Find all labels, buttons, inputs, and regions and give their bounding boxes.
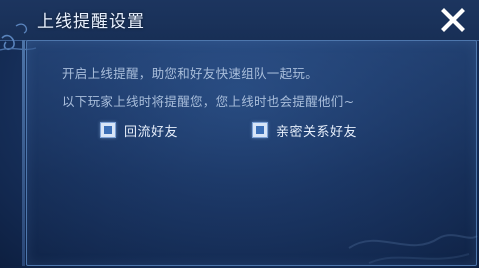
description-line-1: 开启上线提醒，助您和好友快速组队一起玩。 bbox=[62, 66, 319, 81]
dialog-title: 上线提醒设置 bbox=[37, 12, 145, 32]
intimate-friends-label: 亲密关系好友 bbox=[276, 124, 358, 140]
returning-friends-label: 回流好友 bbox=[124, 124, 179, 140]
description-line-2: 以下玩家上线时将提醒您，您上线时也会提醒他们~ bbox=[62, 94, 355, 109]
panel-edge bbox=[22, 40, 25, 266]
option-returning-friends[interactable]: 回流好友 bbox=[100, 121, 179, 140]
intimate-friends-checkbox[interactable] bbox=[252, 122, 268, 138]
returning-friends-checkbox[interactable] bbox=[100, 122, 116, 138]
swirl-ornament-icon bbox=[348, 234, 478, 264]
settings-dialog: 上线提醒设置 开启上线提醒，助您和好友快速组队一起玩。 以下玩家上线时将提醒您，… bbox=[0, 0, 479, 268]
checkbox-checked-icon bbox=[256, 126, 264, 134]
close-icon[interactable] bbox=[439, 6, 467, 34]
checkbox-checked-icon bbox=[104, 126, 112, 134]
option-intimate-friends[interactable]: 亲密关系好友 bbox=[252, 121, 358, 140]
